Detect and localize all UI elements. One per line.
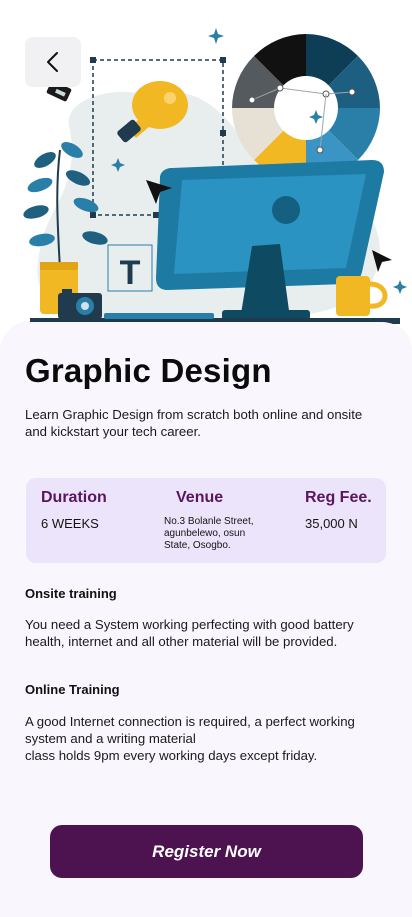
venue-column: Venue No.3 Bolanle Street, agunbelewo, o… [164, 489, 272, 552]
online-training-line: class holds 9pm every working days excep… [25, 748, 318, 763]
chevron-left-icon [47, 52, 58, 72]
fee-value: 35,000 N [305, 516, 358, 531]
onsite-training-body: You need a System working perfecting wit… [25, 617, 354, 649]
course-description: Learn Graphic Design from scratch both o… [25, 407, 363, 439]
online-training-body: A good Internet connection is required, … [25, 713, 365, 764]
register-now-button[interactable]: Register Now [50, 825, 363, 878]
back-button[interactable] [25, 37, 81, 87]
duration-value: 6 WEEKS [41, 516, 99, 531]
camera-icon [58, 289, 102, 319]
online-training-line: A good Internet connection is required, … [25, 714, 355, 746]
duration-column: Duration 6 WEEKS [41, 489, 107, 531]
coffee-mug-icon [336, 276, 388, 316]
course-info-card: Duration 6 WEEKS Venue No.3 Bolanle Stre… [26, 478, 386, 563]
duration-label: Duration [41, 489, 107, 506]
venue-value: No.3 Bolanle Street, agunbelewo, osun St… [164, 516, 254, 551]
venue-label: Venue [176, 489, 224, 506]
frame-handle [220, 130, 226, 136]
online-training-title: Online Training [25, 682, 120, 697]
hero-illustration: T [0, 0, 412, 340]
sparkle-icon [208, 28, 224, 44]
fee-column: Reg Fee. 35,000 N [305, 489, 372, 531]
onsite-training-title: Onsite training [25, 586, 117, 601]
frame-handle [90, 57, 96, 63]
frame-handle [90, 212, 96, 218]
page-title: Graphic Design [25, 352, 272, 389]
svg-text:T: T [120, 254, 141, 292]
course-detail-screen: T Graphic Design Learn Graphic Design fr… [0, 0, 412, 917]
keyboard-icon [104, 313, 214, 319]
course-detail-sheet: Graphic Design Learn Graphic Design from… [0, 322, 412, 917]
frame-handle [153, 212, 159, 218]
sparkle-icon [393, 280, 407, 294]
fee-label: Reg Fee. [305, 489, 372, 506]
color-wheel-icon [232, 34, 380, 182]
frame-handle [220, 57, 226, 63]
